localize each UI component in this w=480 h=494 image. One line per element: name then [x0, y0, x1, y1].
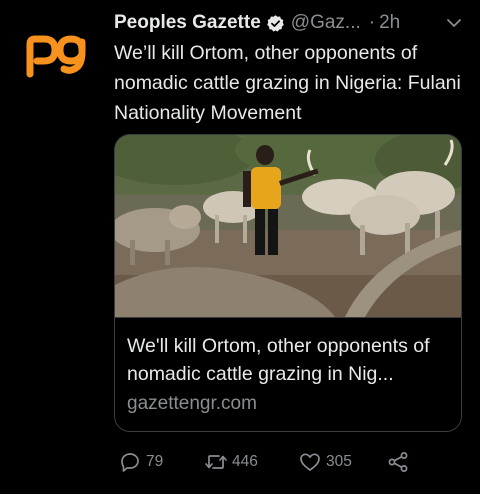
separator-dot: ·	[368, 12, 376, 33]
card-image	[115, 135, 461, 317]
verified-badge-icon	[266, 14, 285, 33]
peoples-gazette-logo	[26, 35, 86, 78]
reply-button[interactable]: 79	[118, 448, 163, 476]
link-card[interactable]: We'll kill Ortom, other opponents of nom…	[114, 134, 462, 432]
like-button[interactable]: 305	[298, 448, 352, 476]
retweet-button[interactable]: 446	[204, 448, 258, 476]
like-count: 305	[326, 453, 352, 470]
tweet-header: Peoples Gazette @Gaz... · 2h	[114, 9, 464, 37]
timestamp[interactable]: 2h	[379, 12, 400, 34]
retweet-icon	[205, 455, 227, 469]
heart-icon	[300, 453, 320, 471]
retweet-count: 446	[232, 453, 258, 470]
reply-count: 79	[146, 453, 164, 470]
reply-icon	[121, 453, 139, 472]
share-icon	[388, 452, 408, 472]
action-bar: 79 446 305	[118, 448, 438, 476]
share-button[interactable]	[386, 448, 414, 476]
card-domain: gazettengr.com	[127, 393, 257, 414]
tweet[interactable]: Peoples Gazette @Gaz... · 2h We’ll kill …	[0, 0, 480, 494]
chevron-down-icon[interactable]	[444, 13, 464, 33]
card-title: We'll kill Ortom, other opponents of nom…	[127, 335, 430, 385]
tweet-text: We’ll kill Ortom, other opponents of nom…	[114, 42, 461, 124]
card-body: We'll kill Ortom, other opponents of nom…	[115, 317, 461, 431]
user-handle[interactable]: @Gaz...	[291, 12, 361, 34]
avatar[interactable]	[24, 30, 90, 80]
display-name[interactable]: Peoples Gazette	[114, 12, 261, 34]
